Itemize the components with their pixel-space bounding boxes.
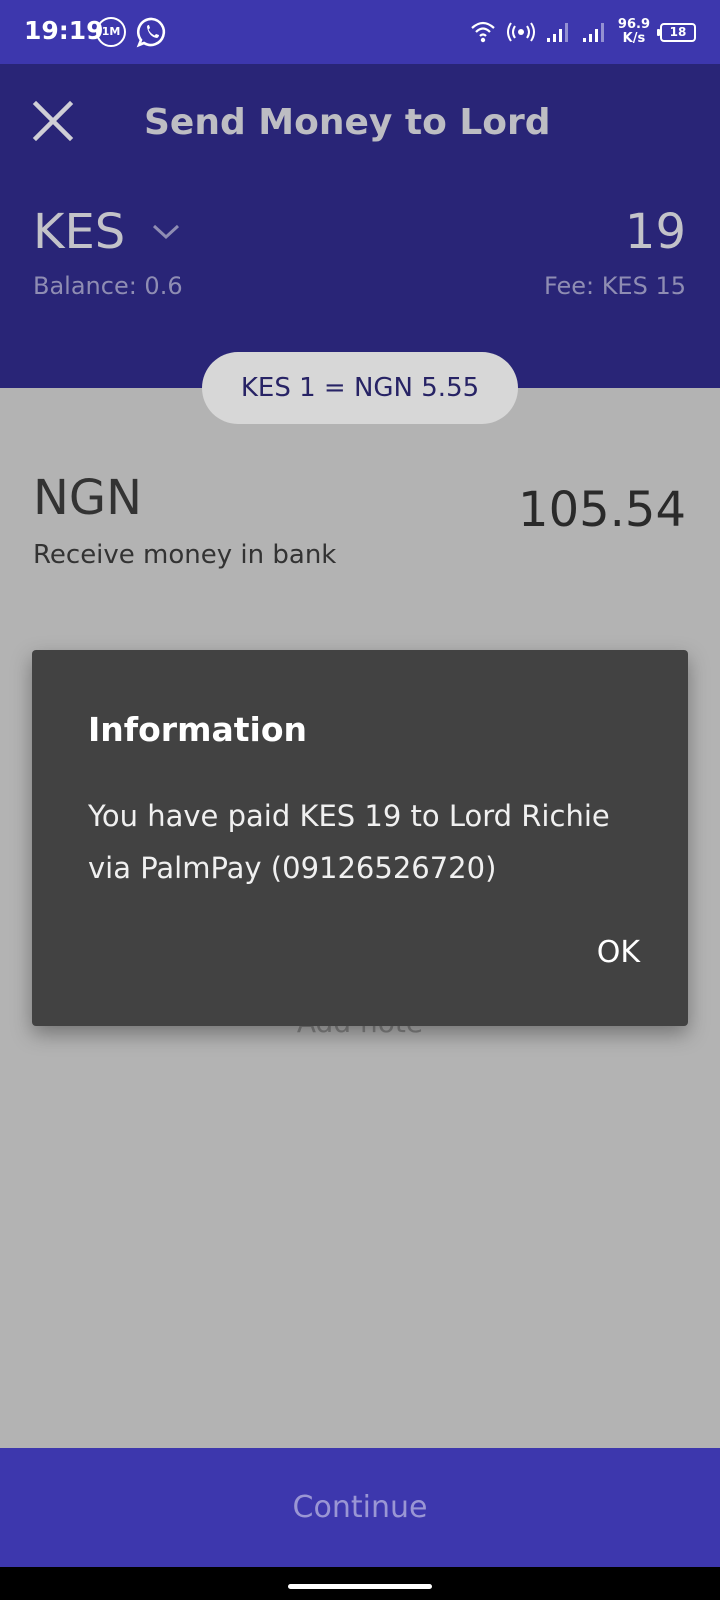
- close-icon[interactable]: [28, 96, 78, 146]
- to-currency-label: NGN: [33, 470, 143, 526]
- from-currency-label: KES: [33, 204, 126, 260]
- continue-button[interactable]: Continue: [0, 1448, 720, 1567]
- signal-icon: [546, 23, 568, 42]
- dialog-message: You have paid KES 19 to Lord Richie via …: [88, 799, 610, 885]
- receive-method: Receive money in bank: [33, 540, 337, 570]
- whatsapp-icon: [136, 17, 166, 48]
- exchange-rate-badge: KES 1 = NGN 5.55: [202, 352, 518, 424]
- page-title: Send Money to Lord: [144, 102, 551, 143]
- signal-icon: [582, 23, 604, 42]
- from-currency-selector[interactable]: KES: [33, 204, 181, 260]
- app-header: Send Money to Lord KES Balance: 0.6 19 F…: [0, 64, 720, 388]
- battery-icon: 18: [657, 22, 696, 42]
- balance-text: Balance: 0.6: [33, 272, 183, 300]
- ok-button[interactable]: OK: [593, 935, 644, 970]
- information-dialog: Information You have paid KES 19 to Lord…: [32, 650, 688, 1026]
- status-time: 19:19: [24, 16, 104, 45]
- dialog-title: Information: [88, 710, 307, 749]
- chevron-down-icon: [153, 224, 180, 240]
- wifi-icon: [471, 21, 495, 43]
- home-indicator[interactable]: [288, 1584, 432, 1589]
- fee-text: Fee: KES 15: [543, 272, 686, 300]
- hotspot-icon: [506, 22, 535, 42]
- receive-amount: 105.54: [518, 482, 686, 538]
- status-icons: 96.9 K/s 18: [470, 14, 696, 50]
- notification-1m-icon: 1M: [96, 17, 126, 47]
- net-speed: 96.9 K/s: [617, 17, 650, 46]
- send-amount[interactable]: 19: [625, 204, 686, 260]
- status-bar: 19:19 1M 96.9 K/s 18: [0, 0, 720, 64]
